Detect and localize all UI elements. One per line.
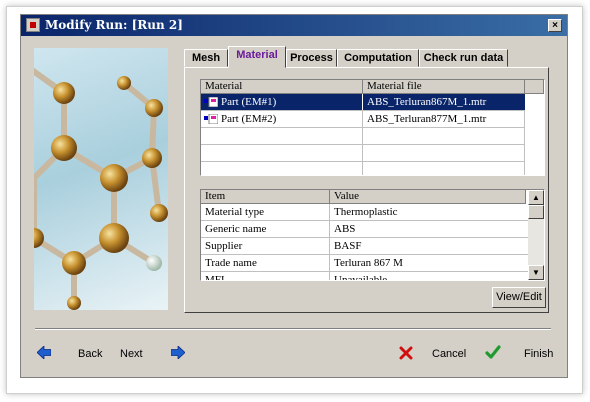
property-item: Trade name xyxy=(201,255,330,271)
next-button[interactable]: Next xyxy=(120,348,143,360)
properties-grid: Item Value Material type Thermoplastic G… xyxy=(200,189,545,281)
material-name: Part (EM#2) xyxy=(221,113,277,125)
view-edit-button[interactable]: View/Edit xyxy=(492,287,546,308)
property-value: ABS xyxy=(334,223,356,235)
column-header-item[interactable]: Item xyxy=(201,190,330,204)
material-name: Part (EM#1) xyxy=(221,96,277,108)
cancel-x-icon[interactable] xyxy=(399,346,413,360)
divider xyxy=(35,328,551,330)
column-header-material-file[interactable]: Material file xyxy=(363,80,525,94)
empty-row xyxy=(201,128,525,145)
molecule-illustration xyxy=(34,48,168,310)
finish-button[interactable]: Finish xyxy=(524,348,553,360)
tab-mesh[interactable]: Mesh xyxy=(184,49,228,67)
property-item: Material type xyxy=(201,204,330,220)
property-item: Generic name xyxy=(201,221,330,237)
property-item: Supplier xyxy=(201,238,330,254)
material-grid: Material Material file Part (EM#1) ABS_T… xyxy=(200,79,545,176)
property-item: MFI xyxy=(201,272,330,280)
property-row[interactable]: MFI Unavailable xyxy=(201,272,528,281)
property-row[interactable]: Supplier BASF xyxy=(201,238,528,255)
finish-check-icon[interactable] xyxy=(485,345,501,360)
window-title: Modify Run: [Run 2] xyxy=(45,18,183,32)
property-row[interactable]: Generic name ABS xyxy=(201,221,528,238)
property-value: BASF xyxy=(334,240,362,252)
material-file-cell: ABS_Terluran877M_1.mtr xyxy=(363,111,525,127)
empty-row xyxy=(201,145,525,162)
next-arrow-icon[interactable] xyxy=(171,346,185,359)
back-button[interactable]: Back xyxy=(78,348,102,360)
material-file-cell: ABS_Terluran867M_1.mtr xyxy=(367,96,487,108)
material-tab-panel: Material Material file Part (EM#1) ABS_T… xyxy=(184,67,549,313)
column-header-value[interactable]: Value xyxy=(330,190,526,204)
part-icon xyxy=(204,114,218,124)
cancel-button[interactable]: Cancel xyxy=(432,348,466,360)
title-bar: Modify Run: [Run 2] × xyxy=(21,15,567,36)
modify-run-dialog: Modify Run: [Run 2] × Mesh Material Proc… xyxy=(20,14,568,378)
property-row[interactable]: Trade name Terluran 867 M xyxy=(201,255,528,272)
properties-scrollbar[interactable]: ▲ ▼ xyxy=(528,190,544,280)
column-header-material[interactable]: Material xyxy=(201,80,363,94)
material-row[interactable]: Part (EM#2) ABS_Terluran877M_1.mtr xyxy=(201,111,525,128)
material-row[interactable]: Part (EM#1) ABS_Terluran867M_1.mtr xyxy=(201,94,525,111)
property-value: Terluran 867 M xyxy=(334,257,403,269)
material-cell: Part (EM#2) xyxy=(201,111,363,127)
part-icon xyxy=(204,97,218,107)
tab-material[interactable]: Material xyxy=(228,46,286,68)
scroll-up-icon[interactable]: ▲ xyxy=(528,190,544,205)
column-header-filler xyxy=(525,80,544,94)
property-value: Unavailable xyxy=(334,274,388,281)
property-row[interactable]: Material type Thermoplastic xyxy=(201,204,528,221)
tab-process[interactable]: Process xyxy=(286,49,337,67)
material-cell: Part (EM#1) xyxy=(201,94,363,110)
scroll-thumb[interactable] xyxy=(528,205,544,219)
scroll-down-icon[interactable]: ▼ xyxy=(528,265,544,280)
tab-check-run-data[interactable]: Check run data xyxy=(419,49,508,67)
back-arrow-icon[interactable] xyxy=(37,346,51,359)
app-icon xyxy=(26,18,40,32)
empty-row xyxy=(201,162,525,175)
property-value: Thermoplastic xyxy=(334,206,398,218)
close-button[interactable]: × xyxy=(548,19,562,32)
tab-computation[interactable]: Computation xyxy=(337,49,419,67)
